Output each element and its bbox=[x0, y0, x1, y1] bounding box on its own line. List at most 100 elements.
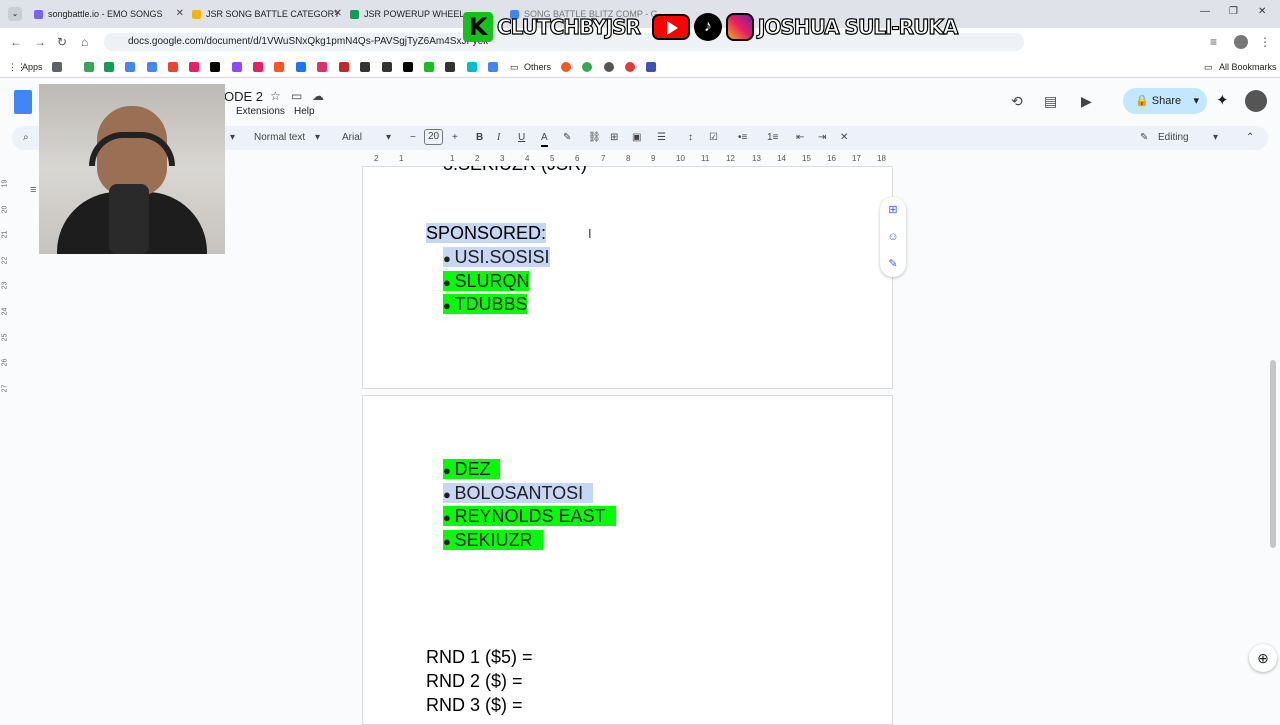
document-page[interactable] bbox=[362, 166, 893, 389]
add-comment-icon[interactable]: ⊞ bbox=[886, 203, 900, 217]
bookmark-apps[interactable]: Apps bbox=[22, 61, 43, 73]
bold-icon[interactable]: B bbox=[476, 131, 483, 145]
emoji-reaction-icon[interactable]: ☺ bbox=[886, 230, 900, 244]
ruler-tick-label: 14 bbox=[777, 154, 786, 163]
ruler-tick-label: 4 bbox=[525, 154, 530, 163]
kick-bookmark-icon[interactable] bbox=[424, 62, 434, 72]
increase-indent-icon[interactable]: ⇥ bbox=[818, 131, 826, 145]
editing-mode-select[interactable]: Editing bbox=[1158, 131, 1189, 145]
explore-zoom-icon[interactable]: ⊕ bbox=[1249, 644, 1277, 672]
line-spacing-icon[interactable]: ↕ bbox=[688, 131, 693, 145]
bookmark-icon[interactable] bbox=[104, 62, 114, 72]
version-history-icon[interactable]: ⟲ bbox=[1011, 93, 1023, 110]
link-icon[interactable]: ⛓ bbox=[588, 131, 601, 145]
chevron-down-icon[interactable]: ▾ bbox=[315, 131, 320, 145]
suggest-edits-icon[interactable]: ✎ bbox=[886, 257, 900, 271]
close-icon[interactable]: ✕ bbox=[176, 3, 184, 25]
forward-icon[interactable]: → bbox=[34, 35, 46, 49]
doc-title[interactable]: ODE 2 bbox=[224, 89, 263, 104]
italic-icon[interactable]: I bbox=[497, 131, 500, 145]
restore-icon[interactable]: ❐ bbox=[1229, 6, 1238, 17]
twitch-bookmark-icon[interactable] bbox=[232, 62, 242, 72]
share-button[interactable]: 🔒 Share ▾ bbox=[1123, 88, 1207, 114]
chevron-down-icon[interactable]: ▾ bbox=[386, 131, 391, 145]
highlight-icon[interactable]: ✎ bbox=[563, 131, 571, 145]
bookmark-icon[interactable] bbox=[125, 62, 135, 72]
tab-jsr-category[interactable]: JSR SONG BATTLE CATEGORY ✕ bbox=[192, 3, 342, 25]
tab-songbattle[interactable]: songbattle.io - EMO SONGS ✕ bbox=[34, 3, 184, 25]
list-item: ● SEKIUZR bbox=[443, 529, 543, 554]
grid-icon[interactable] bbox=[52, 62, 62, 72]
bookmark-icon[interactable] bbox=[445, 62, 455, 72]
decrease-font-icon[interactable]: − bbox=[410, 131, 416, 145]
minimize-icon[interactable]: — bbox=[1200, 6, 1210, 17]
home-icon[interactable]: ⌂ bbox=[81, 35, 88, 49]
image-icon[interactable]: ▣ bbox=[632, 131, 641, 145]
clear-formatting-icon[interactable]: ✕ bbox=[840, 131, 848, 145]
menu-help[interactable]: Help bbox=[294, 106, 315, 117]
comments-icon[interactable]: ▤ bbox=[1044, 93, 1057, 110]
decrease-indent-icon[interactable]: ⇤ bbox=[796, 131, 804, 145]
chevron-up-icon[interactable]: ⌃ bbox=[1246, 131, 1254, 145]
docs-logo-icon[interactable] bbox=[14, 90, 32, 114]
all-bookmarks[interactable]: All Bookmarks bbox=[1219, 61, 1277, 73]
reload-icon[interactable]: ↻ bbox=[57, 35, 67, 49]
meet-icon[interactable]: ▶ bbox=[1081, 93, 1092, 110]
bookmark-icon[interactable] bbox=[360, 62, 370, 72]
bookmark-icon[interactable] bbox=[274, 62, 284, 72]
chevron-down-icon[interactable]: ▾ bbox=[1213, 131, 1218, 145]
menu-icon[interactable]: ⋮ bbox=[1259, 35, 1271, 49]
checklist-icon[interactable]: ☑ bbox=[709, 131, 718, 145]
cloud-status-icon[interactable]: ☁ bbox=[312, 89, 324, 103]
outline-icon[interactable]: ≡ bbox=[30, 184, 36, 196]
move-folder-icon[interactable]: ▭ bbox=[291, 89, 302, 103]
floating-actions: ⊞ ☺ ✎ bbox=[880, 197, 906, 277]
x-bookmark-icon[interactable] bbox=[403, 62, 413, 72]
bookmark-icon[interactable] bbox=[189, 62, 199, 72]
close-window-icon[interactable]: ✕ bbox=[1258, 6, 1266, 17]
instagram-bookmark-icon[interactable] bbox=[317, 62, 327, 72]
bookmark-icon[interactable] bbox=[467, 62, 477, 72]
profile-avatar[interactable] bbox=[1234, 35, 1248, 49]
facebook-bookmark-icon[interactable] bbox=[296, 62, 306, 72]
bookmark-icon[interactable] bbox=[604, 62, 614, 72]
bookmark-icon[interactable] bbox=[147, 62, 157, 72]
bookmark-others[interactable]: Others bbox=[524, 61, 551, 73]
bookmark-icon[interactable] bbox=[339, 62, 349, 72]
search-menus-icon[interactable]: ⌕ bbox=[23, 131, 29, 145]
bookmark-icon[interactable] bbox=[582, 62, 592, 72]
bookmark-icon[interactable] bbox=[84, 62, 94, 72]
close-icon[interactable]: ✕ bbox=[334, 3, 342, 25]
bookmark-icon[interactable] bbox=[646, 62, 656, 72]
list-item-text: ● SLURQN bbox=[443, 270, 530, 291]
bookmark-icon[interactable] bbox=[488, 62, 498, 72]
align-icon[interactable]: ☰ bbox=[657, 131, 666, 145]
star-icon[interactable]: ☆ bbox=[270, 89, 281, 103]
horizontal-ruler[interactable]: 2 1 1 2 3 4 5 6 7 8 9 10 11 12 13 14 15 16 17 18 bbox=[362, 152, 892, 166]
add-comment-icon[interactable]: ⊞ bbox=[610, 131, 618, 145]
ruler-tick-label: 17 bbox=[852, 154, 861, 163]
back-icon[interactable]: ← bbox=[10, 35, 22, 49]
bookmark-icon[interactable] bbox=[561, 62, 571, 72]
menu-extensions[interactable]: Extensions bbox=[236, 106, 285, 117]
numbered-list-icon[interactable]: 1≡ bbox=[767, 131, 778, 145]
paragraph-style-select[interactable]: Normal text bbox=[254, 131, 305, 145]
gemini-icon[interactable]: ✦ bbox=[1216, 91, 1229, 109]
bookmark-icon[interactable] bbox=[253, 62, 263, 72]
font-size-input[interactable]: 20 bbox=[424, 129, 444, 145]
extensions-icon[interactable]: ≡ bbox=[1210, 35, 1217, 49]
font-select[interactable]: Arial bbox=[342, 131, 362, 145]
bookmark-icon[interactable] bbox=[625, 62, 635, 72]
bulleted-list-icon[interactable]: •≡ bbox=[738, 131, 747, 145]
tiktok-bookmark-icon[interactable] bbox=[210, 62, 220, 72]
chevron-down-icon[interactable]: ▾ bbox=[230, 131, 235, 145]
scrollbar[interactable] bbox=[1270, 360, 1276, 548]
bookmark-icon[interactable] bbox=[168, 62, 178, 72]
bookmark-icon[interactable] bbox=[382, 62, 392, 72]
text-color-icon[interactable]: A bbox=[541, 131, 548, 147]
list-item-label: USI.SOSISI bbox=[454, 247, 550, 267]
tab-search-icon[interactable]: ⌄ bbox=[8, 7, 22, 21]
increase-font-icon[interactable]: + bbox=[452, 131, 458, 145]
account-avatar[interactable] bbox=[1245, 90, 1267, 112]
underline-icon[interactable]: U bbox=[518, 131, 525, 145]
